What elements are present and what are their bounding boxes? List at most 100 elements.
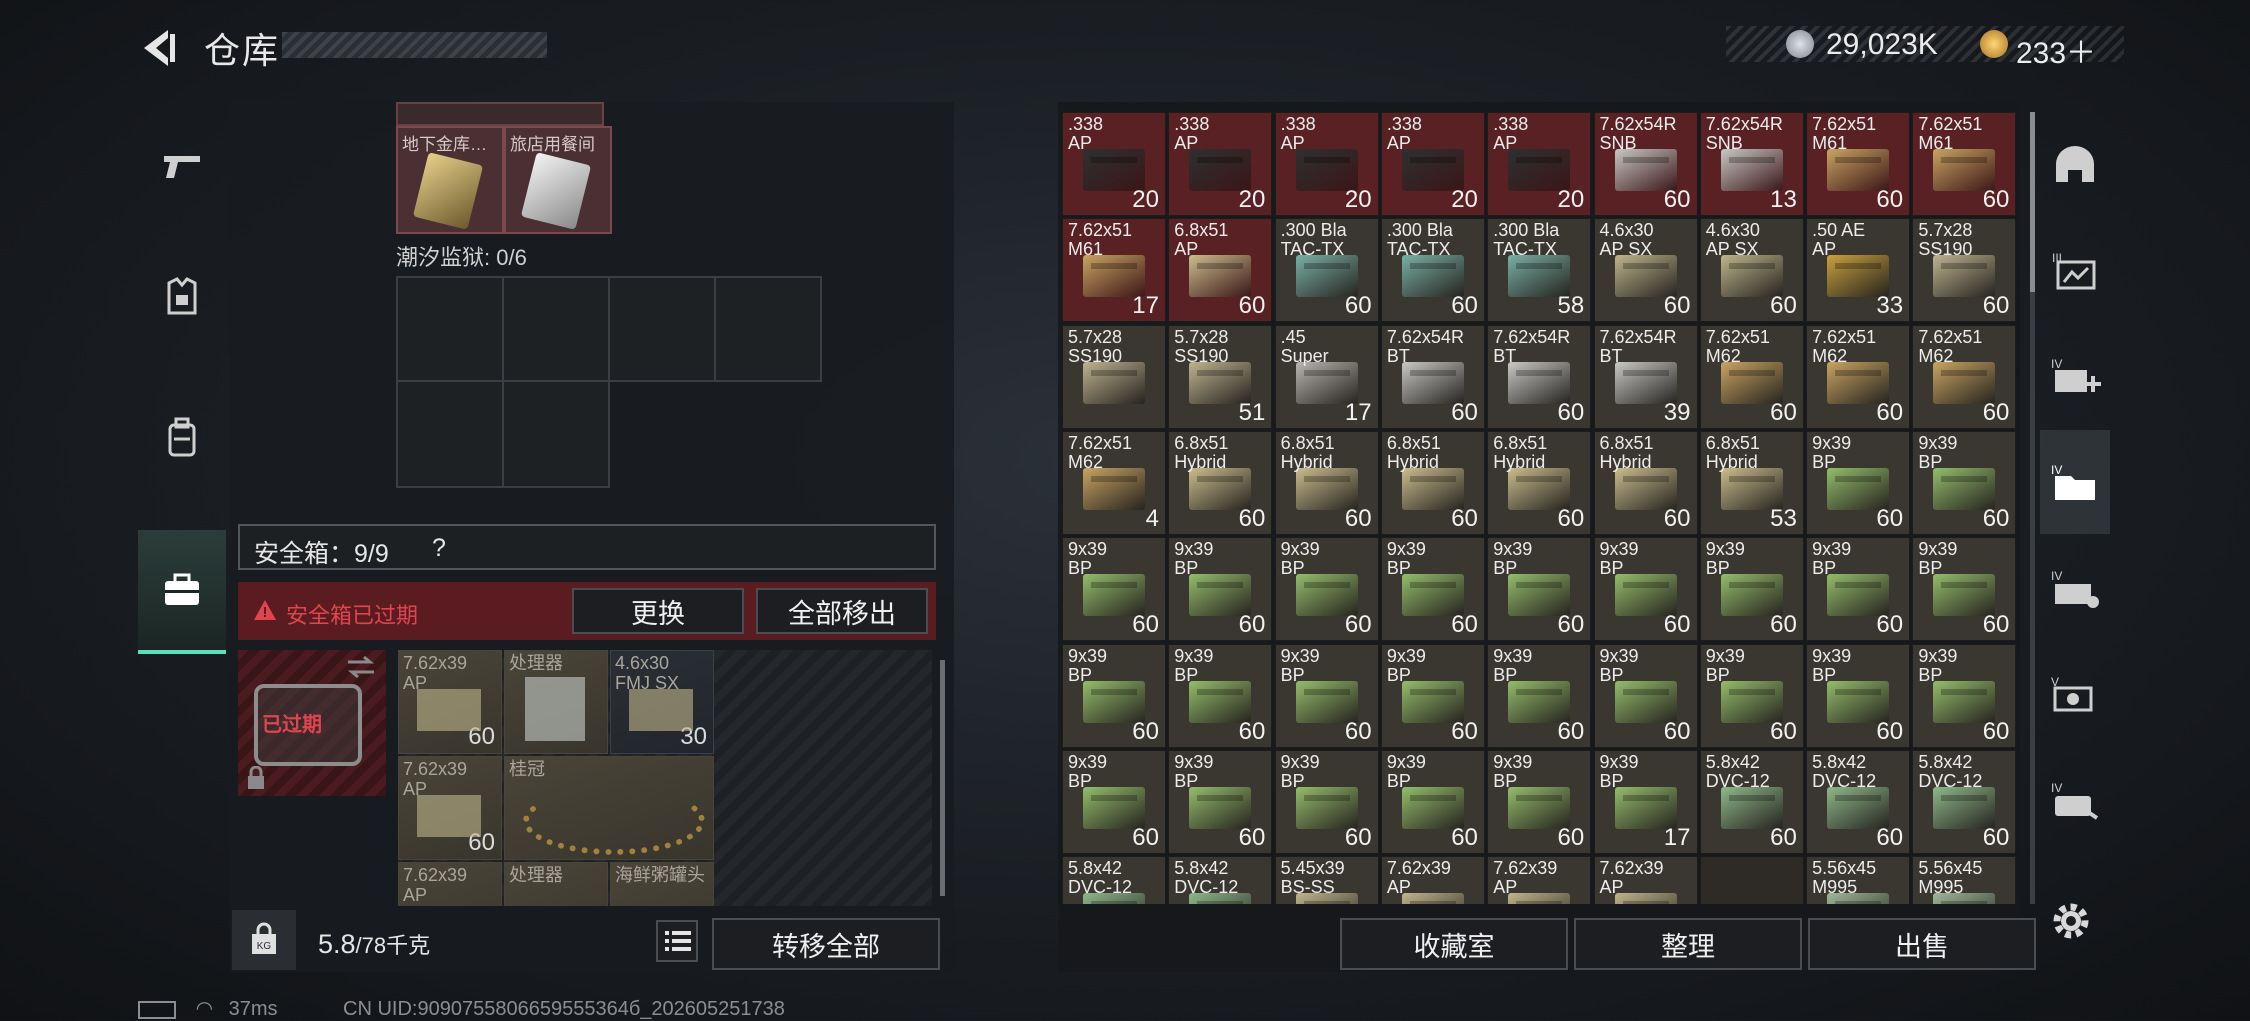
ammo-item[interactable]: 7.62x54R SNB 13 bbox=[1699, 112, 1804, 216]
ammo-item[interactable]: 9x39 BP 60 bbox=[1274, 537, 1379, 642]
tab-storage-4-add[interactable]: IV bbox=[2040, 324, 2110, 428]
scrollbar[interactable] bbox=[940, 660, 945, 896]
empty-slot[interactable] bbox=[1699, 856, 1804, 904]
ammo-item[interactable]: 9x39 BP 60 bbox=[1168, 537, 1273, 642]
ammo-item[interactable]: .300 Bla TAC-TX 60 bbox=[1274, 218, 1379, 323]
ammo-item[interactable]: 9x39 BP 60 bbox=[1699, 643, 1804, 748]
tab-storage-helmet[interactable] bbox=[2040, 112, 2110, 216]
safe-item[interactable]: 7.62x39 AP bbox=[398, 862, 502, 906]
ammo-item[interactable]: 5.8x42 DVC-12 60 bbox=[1806, 749, 1911, 854]
swap-icon[interactable] bbox=[346, 656, 376, 678]
ammo-item[interactable]: 7.62x54R BT 60 bbox=[1380, 324, 1485, 429]
tab-backpack[interactable] bbox=[138, 372, 226, 502]
safe-box-slot[interactable]: 已过期 bbox=[238, 650, 386, 796]
safe-item-laurel[interactable]: 桂冠 bbox=[504, 756, 714, 860]
ammo-item[interactable]: 9x39 BP 60 bbox=[1062, 537, 1166, 642]
help-icon[interactable]: ? bbox=[432, 534, 446, 563]
ammo-item[interactable]: 9x39 BP 60 bbox=[1806, 430, 1911, 535]
settings-gear-icon[interactable] bbox=[2048, 898, 2094, 944]
ammo-item[interactable]: 9x39 BP 60 bbox=[1806, 643, 1911, 748]
ammo-item[interactable]: 5.8x42 DVC-12 bbox=[1168, 856, 1273, 904]
transfer-all-button[interactable]: 转移全部 bbox=[712, 918, 940, 970]
ammo-item[interactable]: 9x39 BP 60 bbox=[1487, 643, 1592, 748]
ammo-item[interactable]: 7.62x39 AP bbox=[1380, 856, 1485, 904]
empty-key-slot[interactable] bbox=[714, 276, 822, 382]
tab-armor[interactable] bbox=[138, 232, 226, 362]
tab-storage-5[interactable]: V bbox=[2040, 642, 2110, 746]
ammo-item[interactable]: .338 AP 20 bbox=[1168, 112, 1273, 216]
empty-key-slot[interactable] bbox=[502, 276, 610, 382]
ammo-item[interactable]: 9x39 BP 60 bbox=[1487, 749, 1592, 854]
ammo-item[interactable]: 9x39 BP 60 bbox=[1487, 537, 1592, 642]
ammo-item[interactable]: 7.62x51 M61 17 bbox=[1062, 218, 1166, 323]
safe-item[interactable]: 4.6x30 FMJ SX 30 bbox=[610, 650, 714, 754]
ammo-item[interactable]: .300 Bla TAC-TX 60 bbox=[1380, 218, 1485, 323]
list-view-button[interactable] bbox=[656, 920, 698, 962]
ammo-item[interactable]: .300 Bla TAC-TX 58 bbox=[1487, 218, 1592, 323]
key-card-slot[interactable]: 地下金库… bbox=[396, 126, 504, 234]
ammo-item[interactable]: 9x39 BP 60 bbox=[1168, 643, 1273, 748]
ammo-item[interactable]: 7.62x51 M62 4 bbox=[1062, 430, 1166, 535]
ammo-item[interactable]: 6.8x51 Hybrid 60 bbox=[1274, 430, 1379, 535]
ammo-item[interactable]: .338 AP 20 bbox=[1062, 112, 1166, 216]
ammo-item[interactable]: 4.6x30 AP SX 60 bbox=[1593, 218, 1698, 323]
ammo-item[interactable]: 5.7x28 SS190 51 bbox=[1168, 324, 1273, 429]
ammo-item[interactable]: 5.56x45 M995 bbox=[1806, 856, 1911, 904]
ammo-item[interactable]: 5.8x42 DVC-12 60 bbox=[1912, 749, 2017, 854]
ammo-item[interactable]: 4.6x30 AP SX 60 bbox=[1699, 218, 1804, 323]
ammo-item[interactable]: 9x39 BP 60 bbox=[1274, 749, 1379, 854]
ammo-item[interactable]: 9x39 BP 60 bbox=[1380, 749, 1485, 854]
ammo-item[interactable]: .50 AE AP 33 bbox=[1806, 218, 1911, 323]
ammo-item[interactable]: 7.62x39 AP bbox=[1487, 856, 1592, 904]
ammo-item[interactable]: 9x39 BP 60 bbox=[1806, 537, 1911, 642]
ammo-item[interactable]: 6.8x51 Hybrid 53 bbox=[1699, 430, 1804, 535]
safe-item[interactable]: 处理器 bbox=[504, 650, 608, 754]
ammo-item[interactable]: 7.62x51 M62 60 bbox=[1912, 324, 2017, 429]
ammo-item[interactable]: 6.8x51 Hybrid 60 bbox=[1593, 430, 1698, 535]
ammo-item[interactable]: 7.62x51 M62 60 bbox=[1699, 324, 1804, 429]
replace-button[interactable]: 更换 bbox=[572, 588, 744, 634]
ammo-item[interactable]: 6.8x51 AP 60 bbox=[1168, 218, 1273, 323]
ammo-item[interactable]: 6.8x51 Hybrid 60 bbox=[1380, 430, 1485, 535]
ammo-item[interactable]: 5.7x28 SS190 60 bbox=[1912, 218, 2017, 323]
ammo-item[interactable]: 9x39 BP 60 bbox=[1274, 643, 1379, 748]
ammo-item[interactable]: 9x39 BP 60 bbox=[1380, 537, 1485, 642]
tab-storage-4-case[interactable]: IV bbox=[2040, 748, 2110, 852]
safe-item[interactable]: 海鲜粥罐头 bbox=[610, 862, 714, 906]
back-arrow-icon[interactable] bbox=[136, 26, 180, 70]
empty-key-slot[interactable] bbox=[502, 380, 610, 488]
ammo-item[interactable]: 9x39 BP 60 bbox=[1380, 643, 1485, 748]
ammo-item[interactable]: 7.62x54R BT 60 bbox=[1487, 324, 1592, 429]
sort-button[interactable]: 整理 bbox=[1574, 918, 1802, 970]
weight-lock-button[interactable]: KG bbox=[232, 910, 296, 970]
collection-room-button[interactable]: 收藏室 bbox=[1340, 918, 1568, 970]
ammo-item[interactable]: 7.62x54R BT 39 bbox=[1593, 324, 1698, 429]
gold-currency-value[interactable]: 233＋ bbox=[2016, 28, 2096, 72]
tab-safe-box[interactable] bbox=[138, 530, 226, 654]
ammo-item[interactable]: .338 AP 20 bbox=[1487, 112, 1592, 216]
ammo-item[interactable]: 9x39 BP 60 bbox=[1593, 537, 1698, 642]
ammo-item[interactable]: 9x39 BP 60 bbox=[1062, 749, 1166, 854]
tab-storage-4-briefcase[interactable]: IV bbox=[2040, 536, 2110, 640]
ammo-item[interactable]: 7.62x51 M61 60 bbox=[1912, 112, 2017, 216]
tab-weapons[interactable] bbox=[138, 102, 226, 232]
safe-item[interactable]: 7.62x39 AP 60 bbox=[398, 756, 502, 860]
ammo-item[interactable]: .45 Super 17 bbox=[1274, 324, 1379, 429]
ammo-item[interactable]: 9x39 BP 17 bbox=[1593, 749, 1698, 854]
ammo-item[interactable]: 9x39 BP 60 bbox=[1912, 643, 2017, 748]
ammo-item[interactable]: 6.8x51 Hybrid 60 bbox=[1487, 430, 1592, 535]
ammo-item[interactable]: 5.56x45 M995 bbox=[1912, 856, 2017, 904]
ammo-item[interactable]: .338 AP 20 bbox=[1380, 112, 1485, 216]
ammo-item[interactable]: 9x39 BP 60 bbox=[1168, 749, 1273, 854]
ammo-item[interactable]: 5.7x28 SS190 bbox=[1062, 324, 1166, 429]
safe-item[interactable]: 处理器 bbox=[504, 862, 608, 906]
ammo-item[interactable]: 7.62x39 AP bbox=[1593, 856, 1698, 904]
move-all-out-button[interactable]: 全部移出 bbox=[756, 588, 928, 634]
ammo-item[interactable]: 9x39 BP 60 bbox=[1062, 643, 1166, 748]
empty-key-slot[interactable] bbox=[396, 380, 504, 488]
sell-button[interactable]: 出售 bbox=[1808, 918, 2036, 970]
empty-key-slot[interactable] bbox=[396, 276, 504, 382]
ammo-item[interactable]: .338 AP 20 bbox=[1274, 112, 1379, 216]
ammo-item[interactable]: 7.62x51 M61 60 bbox=[1806, 112, 1911, 216]
key-card-slot[interactable]: 旅店用餐间 bbox=[504, 126, 612, 234]
